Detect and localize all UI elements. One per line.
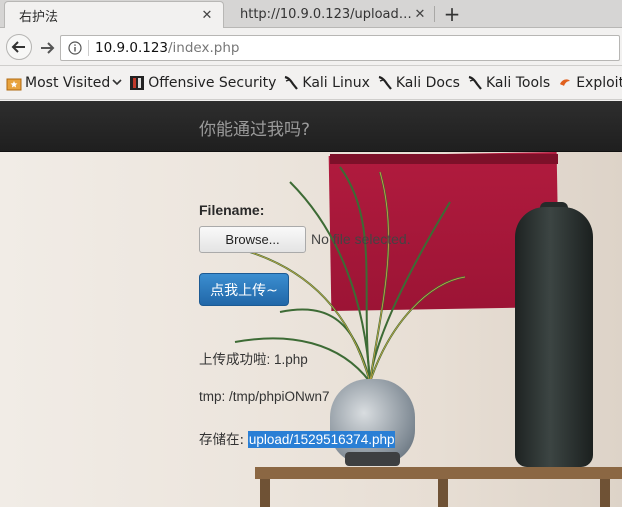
kali-dragon-icon <box>467 75 483 91</box>
bookmark-label: Kali Tools <box>485 75 551 91</box>
url-separator <box>88 40 89 56</box>
shelf-leg <box>260 479 270 507</box>
site-navbar: 你能通过我吗? <box>0 101 622 152</box>
close-tab-icon[interactable]: ✕ <box>199 7 215 23</box>
back-arrow-icon <box>11 41 25 53</box>
wooden-shelf <box>255 467 622 479</box>
stored-prefix: 存储在: <box>199 432 245 448</box>
shelf-leg <box>600 479 610 507</box>
bookmarks-toolbar: Most Visited Offensive Security Kali Lin… <box>0 67 622 100</box>
url-bar[interactable]: 10.9.0.123 /index.php <box>60 35 620 61</box>
bookmark-exploit-db[interactable]: Exploit-DB <box>557 75 622 91</box>
kali-dragon-icon <box>377 75 393 91</box>
exploitdb-icon <box>557 75 573 91</box>
kali-dragon-icon <box>283 75 299 91</box>
page-viewport: 你能通过我吗? Filename: Browse... No file sele… <box>0 101 622 507</box>
bookmark-label: Kali Docs <box>395 75 460 91</box>
stored-path-selected[interactable]: upload/1529516374.php <box>247 431 396 448</box>
tab-title: 右护法 <box>19 9 59 25</box>
tab-strip: 右护法 ✕ http://10.9.0.123/upload/... ✕ + <box>0 0 622 28</box>
star-folder-icon <box>6 75 22 91</box>
shelf-leg <box>438 479 448 507</box>
upload-success-text: 上传成功啦: 1.php <box>199 352 308 367</box>
stored-path-line: 存储在: upload/1529516374.php <box>199 428 396 448</box>
bookmark-label: Kali Linux <box>302 75 370 91</box>
bookmark-label: Exploit-DB <box>576 75 622 91</box>
filename-label: Filename: <box>199 202 265 218</box>
offsec-icon <box>129 75 145 91</box>
url-host: 10.9.0.123 <box>95 40 168 56</box>
tab-active[interactable]: 右护法 ✕ <box>4 1 224 28</box>
info-icon[interactable] <box>64 37 86 59</box>
back-button[interactable] <box>6 34 32 60</box>
nav-bar: 10.9.0.123 /index.php <box>0 28 622 66</box>
new-tab-button[interactable]: + <box>440 2 464 26</box>
forward-button[interactable] <box>36 37 58 59</box>
bookmark-label: Offensive Security <box>148 75 277 91</box>
close-tab-icon[interactable]: ✕ <box>412 7 428 23</box>
bookmark-kali-docs[interactable]: Kali Docs <box>377 75 460 91</box>
pot-base <box>345 452 400 466</box>
tmp-path-text: tmp: /tmp/phpiONwn7 <box>199 389 330 404</box>
bookmark-kali-tools[interactable]: Kali Tools <box>467 75 550 91</box>
background-photo <box>0 152 622 507</box>
bookmark-offensive-security[interactable]: Offensive Security <box>129 75 276 91</box>
url-path: /index.php <box>168 40 240 56</box>
bookmark-label: Most Visited <box>25 75 111 91</box>
bookmark-most-visited[interactable]: Most Visited <box>6 75 122 91</box>
browse-button[interactable]: Browse... <box>199 226 306 253</box>
no-file-text: No file selected. <box>311 231 411 247</box>
site-brand[interactable]: 你能通过我吗? <box>199 115 310 140</box>
tab-separator <box>434 6 435 22</box>
tab-upload[interactable]: http://10.9.0.123/upload/... ✕ <box>226 1 436 28</box>
tab-title: http://10.9.0.123/upload/... <box>240 7 412 22</box>
bookmark-kali-linux[interactable]: Kali Linux <box>283 75 370 91</box>
black-vase <box>515 207 593 467</box>
chevron-down-icon <box>112 75 122 91</box>
upload-submit-button[interactable]: 点我上传~ <box>199 273 289 306</box>
forward-arrow-icon <box>41 42 55 54</box>
